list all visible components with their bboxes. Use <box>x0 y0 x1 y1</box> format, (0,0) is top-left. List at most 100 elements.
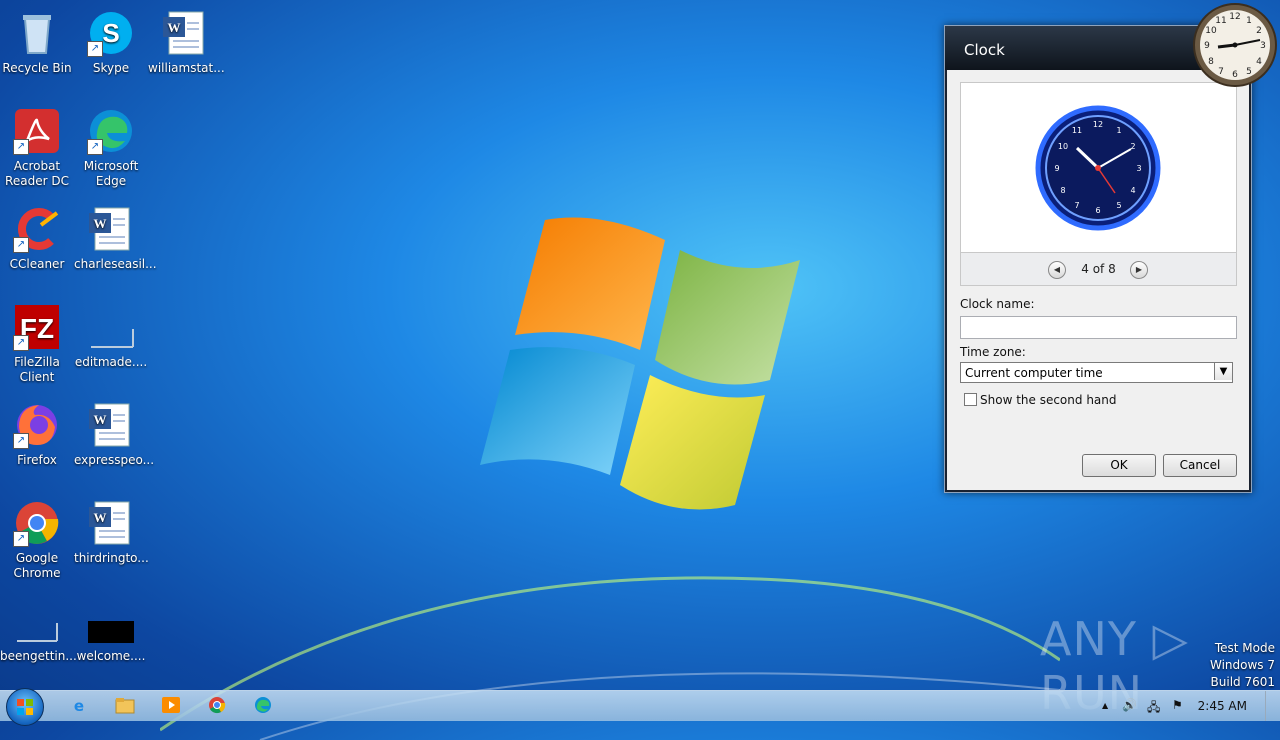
desktop-icon-word-doc[interactable]: W thirdringto... <box>74 495 149 566</box>
volume-icon[interactable]: 🔊 <box>1122 698 1137 712</box>
desktop-icon-label: williamstat... <box>148 61 225 75</box>
svg-text:1: 1 <box>1246 16 1252 26</box>
desktop-icon-word-doc[interactable]: W williamstat... <box>148 5 225 76</box>
clock-style-count: 4 of 8 <box>1081 262 1116 276</box>
cancel-button[interactable]: Cancel <box>1163 454 1237 477</box>
firefox-icon: ↗ <box>13 401 61 449</box>
network-icon[interactable]: 🖧 <box>1147 698 1160 719</box>
desktop-icon-label: Acrobat Reader DC <box>5 159 69 188</box>
svg-text:5: 5 <box>1116 201 1121 210</box>
action-center-flag-icon[interactable]: ⚑ <box>1172 698 1183 712</box>
svg-text:3: 3 <box>1136 164 1141 173</box>
next-clock-button[interactable]: ▶ <box>1130 261 1148 279</box>
test-mode-text: Test Mode Windows 7 Build 7601 <box>1210 640 1275 691</box>
black-thumbnail-icon <box>87 597 135 645</box>
desktop-icon-label: FileZilla Client <box>14 355 60 384</box>
show-desktop-button[interactable] <box>1265 691 1280 721</box>
taskbar-clock[interactable]: 2:45 AM <box>1198 699 1247 713</box>
svg-text:1: 1 <box>1116 126 1121 135</box>
desktop-icon-label: Recycle Bin <box>2 61 72 75</box>
desktop-icon-blank-file[interactable]: editmade.... <box>74 299 148 370</box>
word-document-icon: W <box>87 499 135 547</box>
time-zone-value: Current computer time <box>965 366 1103 380</box>
filezilla-icon: FZ ↗ <box>13 303 61 351</box>
internet-explorer-icon[interactable]: e <box>68 696 90 716</box>
test-mode-line: Windows 7 <box>1209 658 1275 672</box>
test-mode-line: Build 7601 <box>1210 675 1275 689</box>
svg-text:4: 4 <box>1256 57 1262 67</box>
clock-style-pager: ◀ 4 of 8 ▶ <box>960 252 1237 286</box>
desktop-icon-label: editmade.... <box>74 355 148 369</box>
chrome-icon[interactable] <box>206 696 228 716</box>
second-hand-checkbox[interactable] <box>964 393 977 406</box>
desktop-icon-ccleaner[interactable]: ↗ CCleaner <box>0 201 74 272</box>
chrome-icon: ↗ <box>13 499 61 547</box>
ccleaner-icon: ↗ <box>13 205 61 253</box>
windows-logo-wallpaper <box>480 217 800 510</box>
start-button[interactable] <box>6 688 44 726</box>
clock-gadget-icon[interactable]: 12 3 6 9 12 45 78 1011 <box>1192 2 1278 88</box>
desktop-icon-word-doc[interactable]: W expresspeo... <box>74 397 154 468</box>
time-zone-select[interactable]: Current computer time ▼ <box>960 362 1233 383</box>
svg-text:9: 9 <box>1054 164 1059 173</box>
svg-text:W: W <box>94 510 107 525</box>
test-mode-line: Test Mode <box>1214 641 1275 655</box>
word-document-icon: W <box>87 205 135 253</box>
edge-icon[interactable] <box>252 696 274 716</box>
media-player-icon[interactable] <box>160 696 182 716</box>
acrobat-reader-icon: ↗ <box>13 107 61 155</box>
svg-text:12: 12 <box>1229 12 1240 22</box>
svg-text:S: S <box>102 18 119 48</box>
svg-text:W: W <box>94 216 107 231</box>
desktop-icon-acrobat[interactable]: ↗ Acrobat Reader DC <box>0 103 74 189</box>
skype-icon: S ↗ <box>87 9 135 57</box>
desktop-icon-label: Skype <box>92 61 130 75</box>
clock-name-label: Clock name: <box>960 297 1035 311</box>
svg-text:6: 6 <box>1095 206 1100 215</box>
blank-file-icon <box>87 303 135 351</box>
taskbar: e ▲ 🔊 🖧 ⚑ 2:45 AM <box>0 688 1280 726</box>
time-zone-label: Time zone: <box>960 345 1026 359</box>
svg-text:8: 8 <box>1208 57 1214 67</box>
svg-text:10: 10 <box>1058 142 1068 151</box>
chevron-down-icon[interactable]: ▼ <box>1214 363 1232 380</box>
desktop-icon-edge[interactable]: ↗ Microsoft Edge <box>74 103 148 189</box>
svg-text:8: 8 <box>1060 186 1065 195</box>
desktop-icon-word-doc[interactable]: W charleseasil... <box>74 201 157 272</box>
neon-clock-icon: 1212 345 678 91011 <box>1035 105 1161 231</box>
desktop-icon-label: beengettin... <box>0 649 77 663</box>
clock-preview: 12 1 2 345 678 9 10 11 <box>960 82 1237 253</box>
desktop-icon-label: charleseasil... <box>74 257 157 271</box>
desktop-icon-black-file[interactable]: welcome.... <box>74 593 148 664</box>
dialog-body: 12 1 2 345 678 9 10 11 ◀ 4 of 8 ▶ Clock name… <box>947 70 1249 490</box>
svg-text:W: W <box>168 20 181 35</box>
desktop-icon-chrome[interactable]: ↗ Google Chrome <box>0 495 74 581</box>
desktop-icon-label: welcome.... <box>76 649 146 663</box>
svg-text:11: 11 <box>1072 126 1082 135</box>
desktop-icon-label: Google Chrome <box>13 551 61 580</box>
word-document-icon: W <box>87 401 135 449</box>
desktop-icon-label: thirdringto... <box>74 551 149 565</box>
svg-text:9: 9 <box>1204 41 1210 51</box>
svg-text:11: 11 <box>1215 16 1226 26</box>
svg-text:6: 6 <box>1232 70 1238 80</box>
svg-text:7: 7 <box>1218 67 1224 77</box>
clock-name-input[interactable] <box>960 316 1237 339</box>
svg-text:4: 4 <box>1130 186 1135 195</box>
edge-icon: ↗ <box>87 107 135 155</box>
folder-icon[interactable] <box>114 696 136 716</box>
blank-file-icon <box>13 597 61 645</box>
desktop-icon-filezilla[interactable]: FZ ↗ FileZilla Client <box>0 299 74 385</box>
svg-text:5: 5 <box>1246 67 1252 77</box>
svg-text:10: 10 <box>1205 26 1217 36</box>
desktop-icon-firefox[interactable]: ↗ Firefox <box>0 397 74 468</box>
svg-text:W: W <box>94 412 107 427</box>
ok-button[interactable]: OK <box>1082 454 1156 477</box>
desktop-icon-recycle-bin[interactable]: Recycle Bin <box>0 5 74 76</box>
svg-text:12: 12 <box>1093 120 1103 129</box>
desktop-icon-skype[interactable]: S ↗ Skype <box>74 5 148 76</box>
second-hand-label[interactable]: Show the second hand <box>980 393 1117 407</box>
show-hidden-icons-arrow[interactable]: ▲ <box>1102 701 1108 710</box>
desktop-icon-blank-file[interactable]: beengettin... <box>0 593 77 664</box>
desktop-icon-label: Firefox <box>17 453 57 467</box>
